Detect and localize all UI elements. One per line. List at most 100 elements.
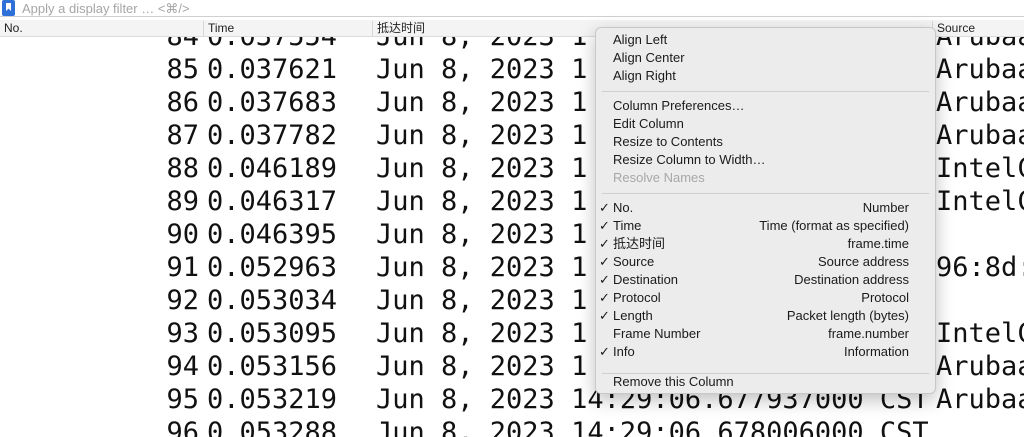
packet-arrival-time: Jun 8, 2023 1 <box>376 120 588 151</box>
menu-item-align-center[interactable]: Align Center <box>596 49 935 67</box>
column-toggle-label: 抵达时间 <box>613 236 666 251</box>
column-toggle-label: Frame Number <box>613 326 701 341</box>
packet-arrival-time: Jun 8, 2023 1 <box>376 219 588 250</box>
menu-item-column-toggle[interactable]: Frame Number frame.number <box>596 325 935 343</box>
packet-number: 86 <box>166 87 199 118</box>
column-toggle-label: No. <box>613 200 634 215</box>
column-toggle-field: Destination address <box>794 272 909 287</box>
packet-number: 87 <box>166 120 199 151</box>
packet-arrival-time: Jun 8, 2023 1 <box>376 285 588 316</box>
column-toggle-field: Packet length (bytes) <box>786 308 909 323</box>
column-toggle-label: Info <box>613 344 635 359</box>
menu-item-column-toggle[interactable]: ✓ Protocol Protocol <box>596 289 935 307</box>
menu-item-column-toggle[interactable]: ✓ Source Source address <box>596 253 935 271</box>
packet-number: 95 <box>166 384 199 415</box>
packet-number: 89 <box>166 186 199 217</box>
menu-item-remove-column[interactable]: Remove this Column <box>596 373 935 391</box>
packet-row[interactable]: 96 0.053288 Jun 8, 2023 14:29:06.678006000… <box>0 416 1024 437</box>
packet-arrival-time: Jun 8, 2023 1 <box>376 318 588 349</box>
packet-number: 93 <box>166 318 199 349</box>
column-toggle-field: Protocol <box>861 290 909 305</box>
menu-item-column-toggle[interactable]: ✓ Time Time (format as specified) <box>596 217 935 235</box>
checkmark-icon: ✓ <box>599 290 610 305</box>
packet-arrival-time: Jun 8, 2023 1 <box>376 186 588 217</box>
packet-number: 94 <box>166 351 199 382</box>
column-context-menu: Align Left Align Center Align Right Colu… <box>595 27 936 394</box>
packet-source: Arubaa <box>936 37 1024 53</box>
column-toggle-label: Source <box>613 254 655 269</box>
column-toggle-field: Number <box>862 200 909 215</box>
column-toggle-label: Protocol <box>613 290 661 305</box>
packet-time: 0.046189 <box>207 153 338 184</box>
menu-item-align-left[interactable]: Align Left <box>596 31 935 49</box>
column-toggle-field: Information <box>843 344 909 359</box>
bookmark-icon[interactable] <box>2 0 15 16</box>
packet-arrival-time: Jun 8, 2023 1 <box>376 54 588 85</box>
column-toggle-label: Time <box>613 218 642 233</box>
packet-time: 0.046395 <box>207 219 338 250</box>
packet-arrival-time: Jun 8, 2023 1 <box>376 351 588 382</box>
packet-time: 0.046317 <box>207 186 338 217</box>
packet-source: IntelC <box>936 186 1024 217</box>
packet-time: 0.053095 <box>207 318 338 349</box>
checkmark-icon: ✓ <box>599 200 610 215</box>
packet-source: IntelC <box>936 318 1024 349</box>
packet-source: Arubaa <box>936 87 1024 118</box>
column-header-source[interactable]: Source <box>932 21 1024 37</box>
menu-item-align-right[interactable]: Align Right <box>596 67 935 85</box>
display-filter-input[interactable] <box>22 0 1012 16</box>
packet-source: IntelC <box>936 153 1024 184</box>
packet-time: 0.052963 <box>207 252 338 283</box>
menu-separator <box>602 193 929 194</box>
menu-item-column-toggle[interactable]: ✓ Length Packet length (bytes) <box>596 307 935 325</box>
packet-arrival-time: Jun 8, 2023 14:29:06.678006000 CST <box>376 417 929 437</box>
column-toggle-field: Source address <box>817 254 909 269</box>
packet-arrival-time: Jun 8, 2023 1 <box>376 87 588 118</box>
packet-source: Arubaa <box>936 384 1024 415</box>
menu-item-column-toggle[interactable]: ✓ No. Number <box>596 199 935 217</box>
packet-source: Arubaa <box>936 351 1024 382</box>
packet-number: 90 <box>166 219 199 250</box>
packet-number: 91 <box>166 252 199 283</box>
column-toggle-label: Destination <box>613 272 679 287</box>
display-filter-bar <box>0 0 1024 17</box>
checkmark-icon: ✓ <box>599 344 610 359</box>
packet-time: 0.037782 <box>207 120 338 151</box>
menu-item-column-toggle[interactable]: ✓ 抵达时间 frame.time <box>596 235 935 253</box>
menu-item-column-toggle[interactable]: ✓ Info Information <box>596 343 935 361</box>
column-toggle-field: frame.number <box>828 326 909 341</box>
packet-arrival-time: Jun 8, 2023 1 <box>376 252 588 283</box>
menu-item-resolve-names: Resolve Names <box>613 170 705 185</box>
packet-time: 0.053288 <box>207 417 338 437</box>
packet-time: 0.037621 <box>207 54 338 85</box>
menu-item-resize-to-contents[interactable]: Resize to Contents <box>596 133 935 151</box>
column-toggle-field: Time (format as specified) <box>759 218 909 233</box>
packet-arrival-time: Jun 8, 2023 1 <box>376 37 587 53</box>
packet-time: 0.053219 <box>207 384 338 415</box>
checkmark-icon: ✓ <box>599 218 610 233</box>
column-toggle-field: frame.time <box>847 236 909 251</box>
packet-source: 96:8d: <box>936 252 1024 283</box>
packet-time: 0.037683 <box>207 87 338 118</box>
menu-item-resize-column-to-width[interactable]: Resize Column to Width… <box>596 151 935 169</box>
packet-time: 0.053156 <box>207 351 338 382</box>
column-header-no[interactable]: No. <box>0 21 200 37</box>
packet-number: 88 <box>166 153 199 184</box>
packet-source: Arubaa <box>936 120 1024 151</box>
checkmark-icon: ✓ <box>599 308 610 323</box>
packet-arrival-time: Jun 8, 2023 1 <box>376 153 588 184</box>
packet-number: 92 <box>166 285 199 316</box>
packet-source: Arubaa <box>936 54 1024 85</box>
menu-item-column-toggle[interactable]: ✓ Destination Destination address <box>596 271 935 289</box>
packet-number: 85 <box>166 54 199 85</box>
column-toggle-label: Length <box>613 308 653 323</box>
checkmark-icon: ✓ <box>599 254 610 269</box>
packet-number: 96 <box>166 417 199 437</box>
packet-time: 0.037554 <box>207 37 337 53</box>
packet-number: 84 <box>0 37 199 53</box>
packet-time: 0.053034 <box>207 285 338 316</box>
column-header-time[interactable]: Time <box>203 21 371 37</box>
menu-item-edit-column[interactable]: Edit Column <box>596 115 935 133</box>
menu-item-column-preferences[interactable]: Column Preferences… <box>596 97 935 115</box>
checkmark-icon: ✓ <box>599 236 610 251</box>
